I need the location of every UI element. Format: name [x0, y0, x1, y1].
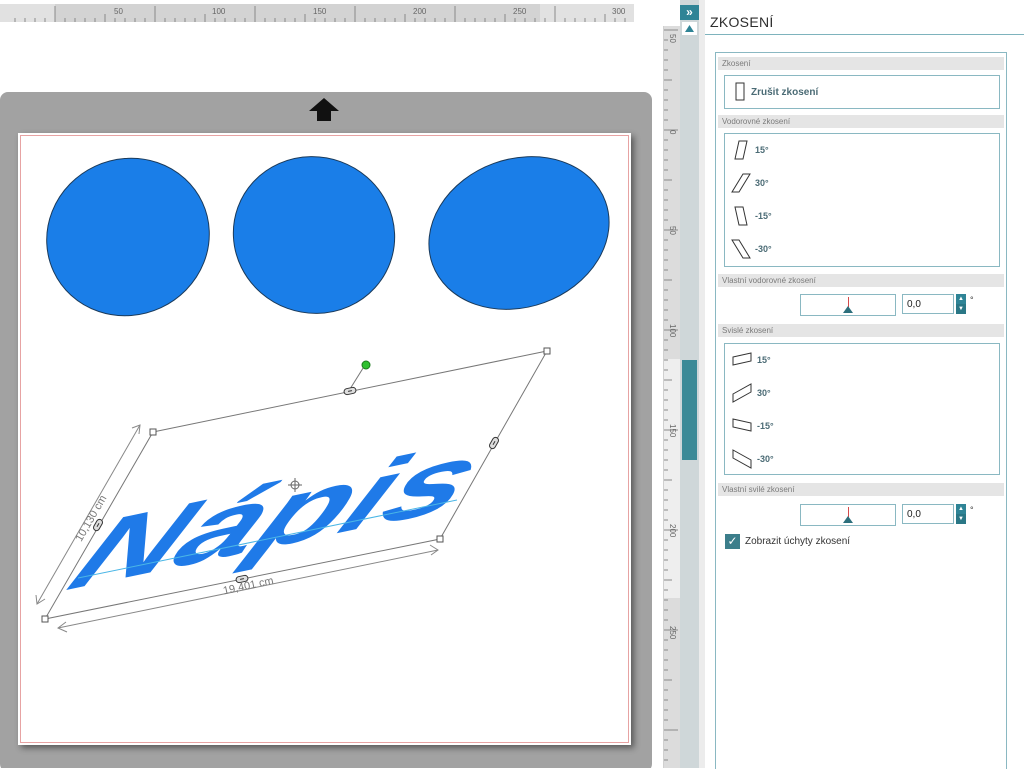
resize-handle-top-left[interactable]: [149, 428, 157, 436]
ruler-label: 150: [668, 424, 677, 438]
reset-skew-button[interactable]: Zrušit zkosení: [733, 80, 818, 104]
ruler-label: 0: [668, 130, 677, 135]
no-skew-icon: [735, 82, 745, 101]
spin-down-icon[interactable]: ▼: [956, 514, 966, 524]
rotate-handle[interactable]: [361, 360, 371, 370]
horizontal-skew-label: -30°: [755, 244, 772, 254]
vertical-skew-15[interactable]: 15°: [731, 348, 771, 372]
skew-panel: ZKOSENÍ Zkosení Zrušit zkosení Vodorovné…: [705, 0, 1024, 769]
show-skew-handles-checkbox[interactable]: ✓ Zobrazit úchyty zkosení: [725, 534, 850, 549]
skew-horizontal-minus-15-icon: [734, 206, 748, 226]
horizontal-skew-spinner[interactable]: ▲ ▼: [956, 294, 966, 314]
ellipse-shape-2[interactable]: [211, 134, 417, 336]
skew-vertical-minus-30-icon: [732, 449, 752, 469]
horizontal-skew-15[interactable]: 15°: [731, 138, 769, 162]
resize-handle-bottom-right[interactable]: [436, 535, 444, 543]
vertical-skew-spinner[interactable]: ▲ ▼: [956, 504, 966, 524]
ruler-label: 250: [668, 626, 677, 640]
skew-horizontal-15-icon: [734, 140, 748, 160]
vertical-skew-label: 30°: [757, 388, 771, 398]
resize-handle-top-right[interactable]: [543, 347, 551, 355]
section-header-custom-vertical: Vlastní svilé zkosení: [718, 483, 1004, 496]
vertical-skew-slider[interactable]: [800, 504, 896, 526]
reset-skew-box: Zrušit zkosení: [724, 75, 1000, 109]
vertical-scrollbar[interactable]: »: [680, 0, 699, 768]
horizontal-skew-input[interactable]: 0,0: [902, 294, 954, 314]
skew-vertical-30-icon: [732, 383, 752, 403]
horizontal-skew-box: 15° 30° -15° -30°: [724, 133, 1000, 267]
ellipse-shape-3[interactable]: [407, 132, 631, 334]
skew-vertical-15-icon: [732, 352, 752, 366]
slider-thumb[interactable]: [843, 306, 853, 313]
double-chevron-right-icon[interactable]: »: [680, 5, 699, 20]
panel-title: ZKOSENÍ: [710, 14, 774, 30]
spin-up-icon[interactable]: ▲: [956, 504, 966, 514]
degree-unit: °: [970, 505, 974, 515]
section-header-vertical-skew: Svislé zkosení: [718, 324, 1004, 337]
skew-horizontal-30-icon: [731, 173, 751, 193]
scrollbar-thumb[interactable]: [682, 360, 697, 460]
vertical-skew-label: -15°: [757, 421, 774, 431]
panel-title-divider: [705, 34, 1024, 35]
horizontal-skew-30[interactable]: 30°: [731, 171, 769, 195]
ruler-label: 100: [668, 324, 677, 338]
resize-handle-bottom-left[interactable]: [41, 615, 49, 623]
horizontal-skew-minus-15[interactable]: -15°: [731, 204, 772, 228]
reset-skew-label: Zrušit zkosení: [751, 86, 819, 98]
checkmark-icon[interactable]: ✓: [725, 534, 740, 549]
vertical-skew-30[interactable]: 30°: [731, 381, 771, 405]
ruler-label: 200: [668, 524, 677, 538]
custom-horizontal-skew-control: 0,0 ▲ ▼ °: [800, 294, 980, 316]
ruler-label: 50: [668, 226, 677, 235]
scroll-up-arrow-icon[interactable]: [682, 22, 697, 35]
section-header-custom-horizontal: Vlastní vodorovné zkosení: [718, 274, 1004, 287]
section-header-horizontal-skew: Vodorovné zkosení: [718, 115, 1004, 128]
artwork-layer: Nápis 19,401 cm 10,130 cm: [21, 132, 631, 633]
horizontal-skew-minus-30[interactable]: -30°: [731, 237, 772, 261]
vertical-skew-box: 15° 30° -15° -30°: [724, 343, 1000, 475]
horizontal-skew-label: -15°: [755, 211, 772, 221]
vertical-ruler: 50 0 50 100 150 200 250: [663, 26, 681, 768]
spin-down-icon[interactable]: ▼: [956, 304, 966, 314]
skew-horizontal-minus-30-icon: [731, 239, 751, 259]
degree-unit: °: [970, 295, 974, 305]
ellipse-shape-1[interactable]: [21, 132, 236, 343]
vertical-skew-input[interactable]: 0,0: [902, 504, 954, 524]
section-header-skew: Zkosení: [718, 57, 1004, 70]
ruler-label: 50: [668, 34, 677, 43]
slider-thumb[interactable]: [843, 516, 853, 523]
horizontal-skew-slider[interactable]: [800, 294, 896, 316]
skew-panel-body: Zkosení Zrušit zkosení Vodorovné zkosení…: [715, 52, 1007, 769]
skew-vertical-minus-15-icon: [732, 418, 752, 432]
vertical-skew-minus-30[interactable]: -30°: [731, 447, 774, 471]
vertical-skew-label: -30°: [757, 454, 774, 464]
horizontal-skew-label: 15°: [755, 145, 769, 155]
custom-vertical-skew-control: 0,0 ▲ ▼ °: [800, 504, 980, 526]
design-canvas[interactable]: 50 100 150 200 250 300 Nápis 19,401 cm 1…: [0, 0, 663, 768]
vertical-skew-minus-15[interactable]: -15°: [731, 414, 774, 438]
horizontal-skew-label: 30°: [755, 178, 769, 188]
spin-up-icon[interactable]: ▲: [956, 294, 966, 304]
vertical-skew-label: 15°: [757, 355, 771, 365]
skew-handle-top[interactable]: [343, 386, 357, 396]
show-skew-handles-label: Zobrazit úchyty zkosení: [745, 536, 851, 547]
